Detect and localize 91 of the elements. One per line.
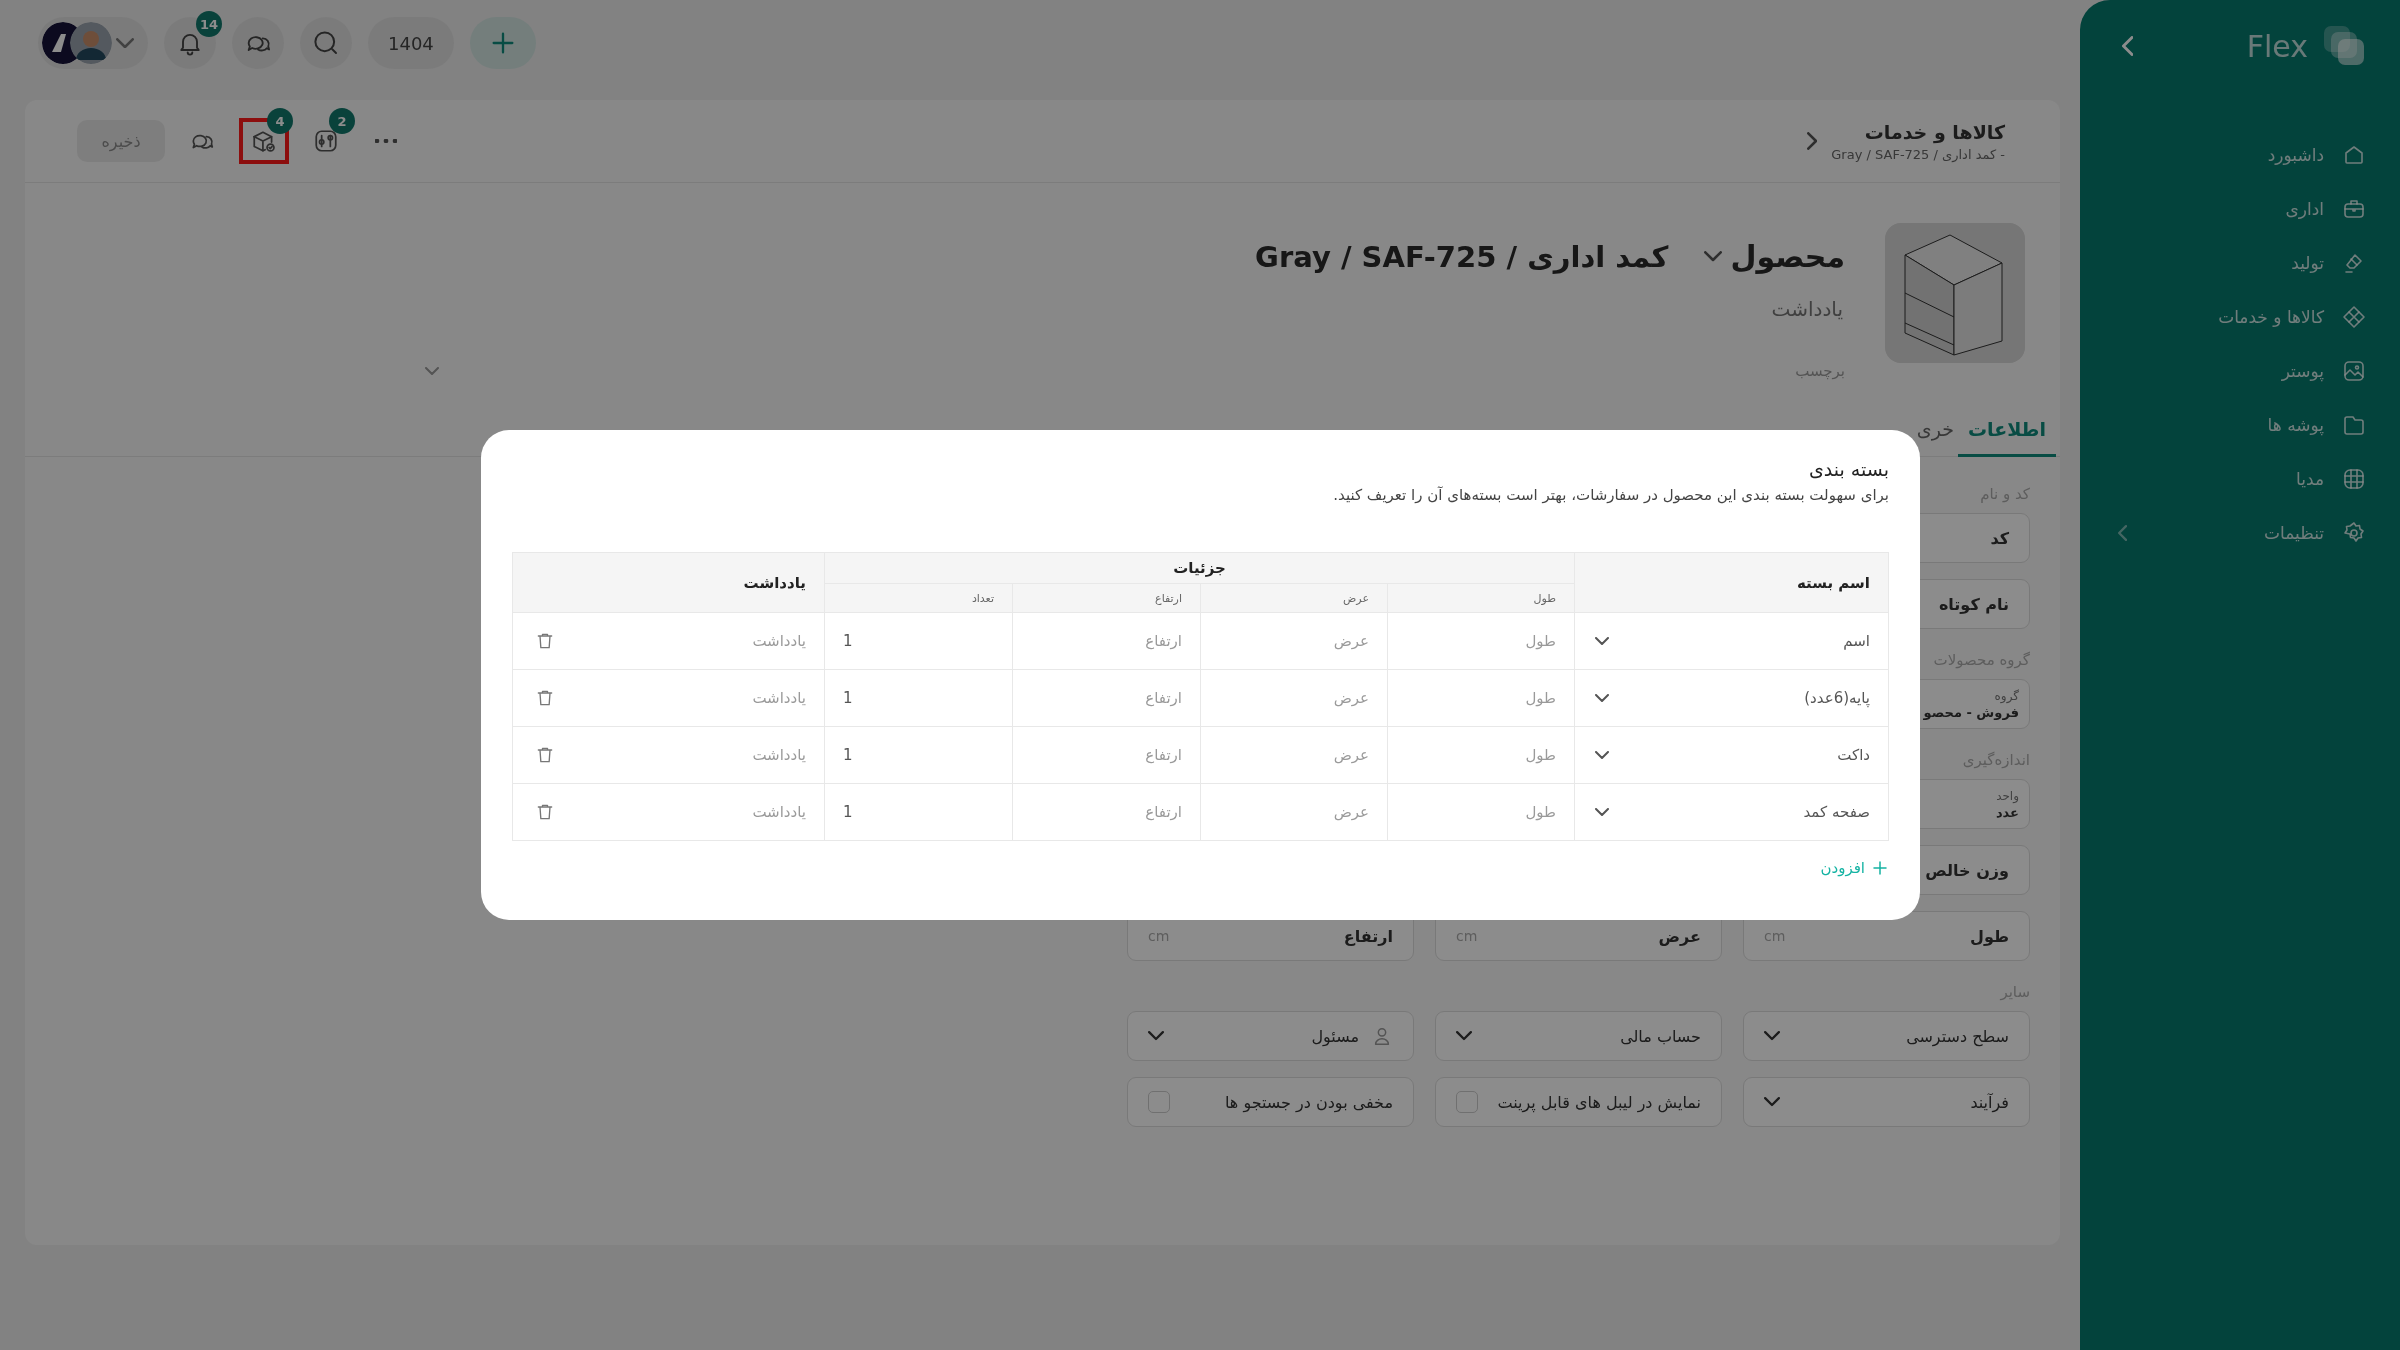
- select-field[interactable]: فرآیند: [1743, 1077, 2030, 1127]
- sidebar-item[interactable]: پوستر: [2118, 352, 2366, 390]
- chevron-down-icon: [1764, 1031, 1780, 1041]
- count-badge: 2: [329, 108, 355, 134]
- column-header: اسم بسته: [1574, 552, 1889, 613]
- height-input[interactable]: ارتفاع: [1013, 727, 1200, 783]
- chevron-down-icon: [425, 367, 439, 375]
- sidebar-item[interactable]: تولید: [2118, 244, 2366, 282]
- plus-icon: [1871, 859, 1889, 877]
- toolbar-button[interactable]: [239, 118, 289, 164]
- checkbox-field[interactable]: نمایش در لیبل های قابل پرینت: [1435, 1077, 1722, 1127]
- note-input[interactable]: یادداشت: [512, 727, 824, 783]
- sidebar-item[interactable]: مدیا: [2118, 460, 2366, 498]
- chevron-down-icon: [116, 37, 134, 49]
- tab[interactable]: خری: [1912, 410, 1958, 457]
- chevron-down-icon: [1704, 251, 1723, 262]
- chevron-right-icon: [1807, 132, 1818, 150]
- more-icon: [375, 139, 397, 143]
- sidebar-item[interactable]: داشبورد: [2118, 136, 2366, 174]
- account-menu[interactable]: [38, 17, 148, 69]
- user-avatar: [70, 22, 112, 64]
- package-select[interactable]: داکت: [1575, 727, 1888, 783]
- count-input[interactable]: 1: [824, 727, 1012, 783]
- chevron-down-icon: [1595, 751, 1609, 759]
- checkbox[interactable]: [1148, 1091, 1170, 1113]
- note-input[interactable]: یادداشت: [512, 670, 824, 726]
- product-title: کمد اداری / Gray / SAF-725: [1255, 239, 1669, 274]
- count-badge: 4: [267, 108, 293, 134]
- column-header: عرض: [1200, 583, 1388, 613]
- gear-icon: [2342, 521, 2366, 545]
- width-input[interactable]: عرض: [1201, 613, 1387, 669]
- folder-icon: [2342, 413, 2366, 437]
- sidebar-item[interactable]: اداری: [2118, 190, 2366, 228]
- search-button[interactable]: [300, 17, 352, 69]
- checkbox[interactable]: [1456, 1091, 1478, 1113]
- length-input[interactable]: طول: [1388, 670, 1574, 726]
- width-input[interactable]: عرض: [1201, 670, 1387, 726]
- column-header: تعداد: [824, 583, 1013, 613]
- length-input[interactable]: طول: [1388, 727, 1574, 783]
- height-input[interactable]: ارتفاع: [1013, 613, 1200, 669]
- chevron-down-icon: [1595, 694, 1609, 702]
- sidebar-item[interactable]: تنظیمات: [2118, 514, 2366, 552]
- add-package-button[interactable]: افزودن: [1820, 855, 1889, 881]
- note-input[interactable]: یادداشت: [1541, 296, 1845, 322]
- chevron-down-icon: [1595, 637, 1609, 645]
- logo-text: Flex: [2246, 28, 2308, 64]
- notification-badge: 14: [196, 11, 222, 37]
- column-header: جزئیات: [824, 552, 1575, 584]
- grid-icon: [2342, 467, 2366, 491]
- dialog-title: بسته بندی: [1807, 458, 1889, 480]
- package-select[interactable]: صفحه کمد: [1575, 784, 1888, 840]
- diamond-icon: [2342, 305, 2366, 329]
- dialog-description: برای سهولت بسته بندی این محصول در سفارشات، بهتر است بسته‌های آن را تعریف کنید.: [1332, 486, 1889, 504]
- breadcrumb-subtitle: - کمد اداری / Gray / SAF-725: [1831, 146, 2005, 162]
- width-input[interactable]: عرض: [1201, 727, 1387, 783]
- chevron-down-icon: [1595, 808, 1609, 816]
- breadcrumb-title[interactable]: کالاها و خدمات: [1864, 120, 2005, 143]
- chevron-left-icon: [2122, 36, 2134, 56]
- package-select[interactable]: پایه(6عدد): [1575, 670, 1888, 726]
- chevron-down-icon: [1764, 1097, 1780, 1107]
- year-button[interactable]: 1404: [368, 17, 454, 69]
- length-input[interactable]: طول: [1388, 784, 1574, 840]
- width-input[interactable]: عرض: [1201, 784, 1387, 840]
- note-input[interactable]: یادداشت: [512, 613, 824, 669]
- column-header: ارتفاع: [1012, 583, 1201, 613]
- column-header: طول: [1387, 583, 1575, 613]
- count-input[interactable]: 1: [824, 784, 1012, 840]
- count-input[interactable]: 1: [824, 613, 1012, 669]
- add-button[interactable]: [469, 17, 536, 69]
- height-input[interactable]: ارتفاع: [1013, 784, 1200, 840]
- sliders-icon: [313, 128, 339, 154]
- select-field[interactable]: مسئول: [1127, 1011, 1414, 1061]
- select-field[interactable]: حساب مالی: [1435, 1011, 1722, 1061]
- select-field[interactable]: سطح دسترسی: [1743, 1011, 2030, 1061]
- checkbox-field[interactable]: مخفی بودن در جستجو ها: [1127, 1077, 1414, 1127]
- sidebar-item[interactable]: کالاها و خدمات: [2118, 298, 2366, 336]
- chevron-down-icon: [1148, 1031, 1164, 1041]
- home-icon: [2342, 143, 2366, 167]
- chat-button[interactable]: [232, 17, 284, 69]
- tab[interactable]: اطلاعات: [1957, 410, 2056, 457]
- chevron-down-icon: [1456, 1031, 1472, 1041]
- column-header: یادداشت: [512, 552, 825, 613]
- count-input[interactable]: 1: [824, 670, 1012, 726]
- height-input[interactable]: ارتفاع: [1013, 670, 1200, 726]
- note-input[interactable]: یادداشت: [512, 784, 824, 840]
- image-icon: [2342, 359, 2366, 383]
- type-select[interactable]: محصول: [1704, 239, 1845, 274]
- sidebar-item[interactable]: پوشه ها: [2118, 406, 2366, 444]
- length-input[interactable]: طول: [1388, 613, 1574, 669]
- package-select[interactable]: اسم: [1575, 613, 1888, 669]
- briefcase-icon: [2342, 197, 2366, 221]
